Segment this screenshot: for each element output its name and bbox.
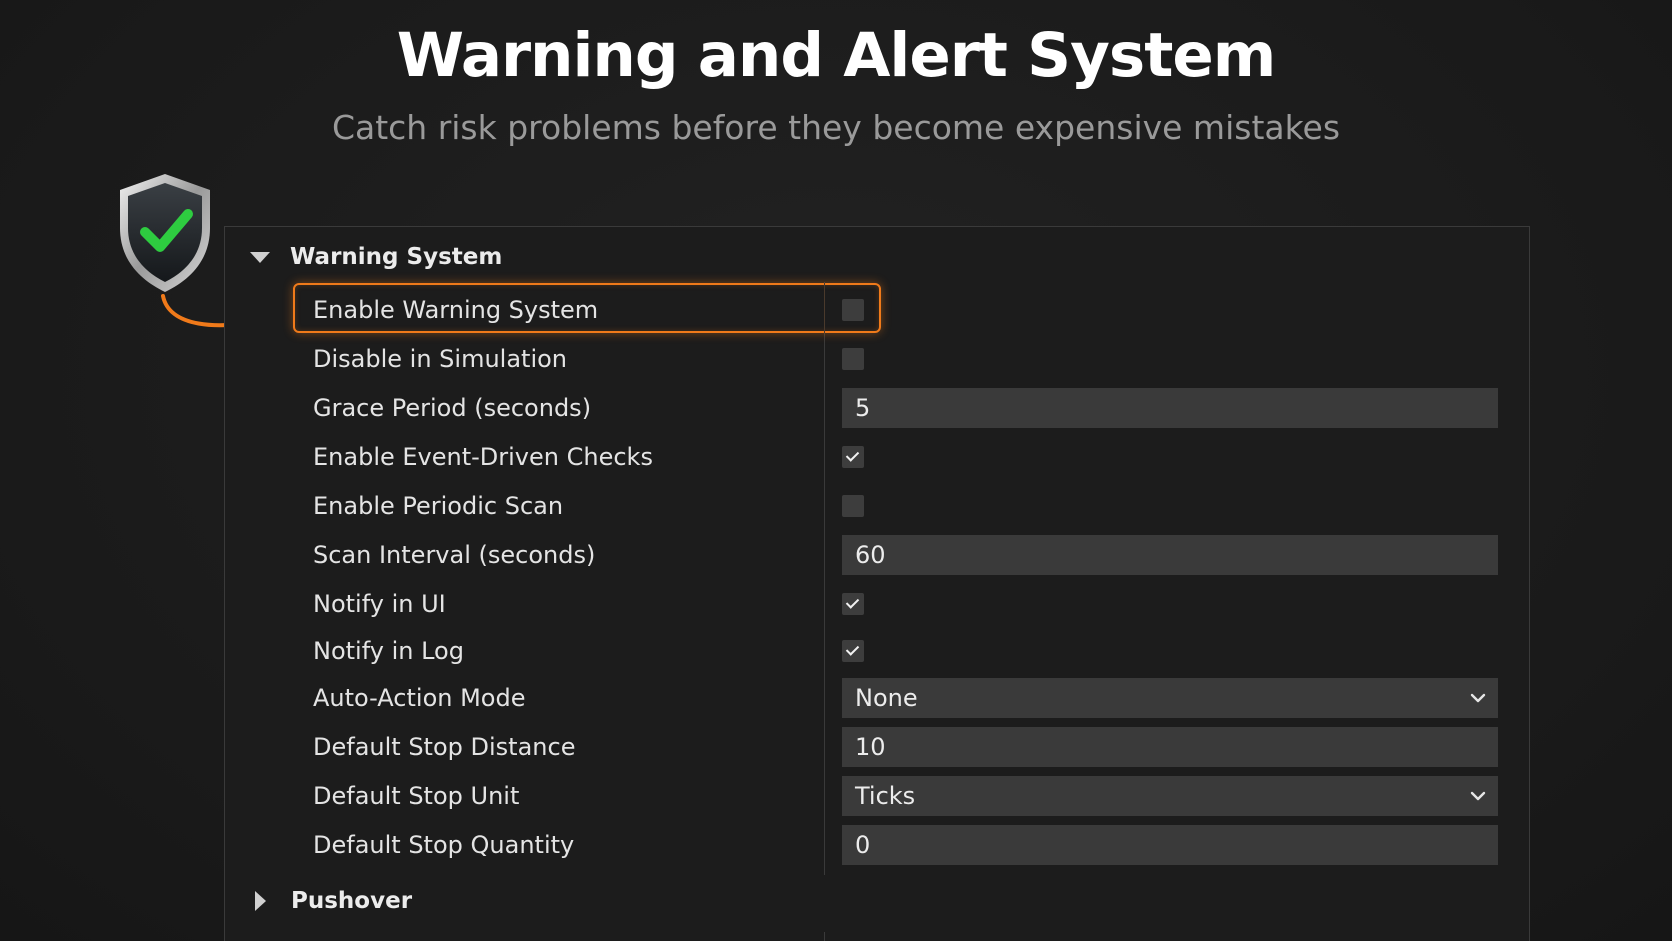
page-title: Warning and Alert System — [396, 20, 1277, 91]
scan-interval-input[interactable]: 60 — [842, 535, 1498, 575]
setting-label: Auto-Action Mode — [313, 684, 526, 712]
page-subtitle: Catch risk problems before they become e… — [331, 108, 1341, 147]
triangle-right-icon[interactable] — [255, 891, 266, 911]
chevron-down-icon — [1470, 693, 1486, 703]
disable-in-simulation-checkbox[interactable] — [842, 348, 864, 370]
setting-label: Enable Periodic Scan — [313, 492, 564, 520]
default-stop-quantity-input[interactable]: 0 — [842, 825, 1498, 865]
chevron-down-icon — [1470, 791, 1486, 801]
slide: Warning and Alert System Catch risk prob… — [0, 0, 1672, 941]
enable-periodic-scan-checkbox[interactable] — [842, 495, 864, 517]
setting-label: Default Stop Distance — [313, 733, 576, 761]
default-stop-distance-input[interactable]: 10 — [842, 727, 1498, 767]
setting-label: Default Stop Quantity — [313, 831, 575, 859]
setting-label: Enable Event-Driven Checks — [313, 443, 653, 471]
enable-warning-system-checkbox[interactable] — [842, 299, 864, 321]
select-value: None — [855, 684, 918, 712]
setting-label: Disable in Simulation — [313, 345, 568, 373]
select-value: Ticks — [855, 782, 916, 810]
column-divider — [824, 282, 825, 875]
setting-label: Enable Warning System — [313, 296, 599, 324]
setting-label: Scan Interval (seconds) — [313, 541, 596, 569]
section-label: Warning System — [290, 244, 503, 270]
setting-label: Default Stop Unit — [313, 782, 520, 810]
setting-label: Notify in UI — [313, 590, 446, 618]
notify-log-checkbox[interactable] — [842, 640, 864, 662]
section-warning-system[interactable]: Warning System — [250, 244, 502, 270]
setting-label: Notify in Log — [313, 637, 464, 665]
triangle-down-icon[interactable] — [250, 251, 270, 263]
setting-label: Grace Period (seconds) — [313, 394, 592, 422]
column-divider — [824, 932, 825, 941]
default-stop-unit-select[interactable]: Ticks — [842, 776, 1498, 816]
section-pushover[interactable]: Pushover — [250, 888, 412, 914]
notify-ui-checkbox[interactable] — [842, 593, 864, 615]
highlight-divider — [824, 283, 825, 333]
enable-event-driven-checkbox[interactable] — [842, 446, 864, 468]
auto-action-mode-select[interactable]: None — [842, 678, 1498, 718]
section-label: Pushover — [291, 888, 413, 914]
grace-period-input[interactable]: 5 — [842, 388, 1498, 428]
shield-check-icon — [120, 174, 210, 292]
